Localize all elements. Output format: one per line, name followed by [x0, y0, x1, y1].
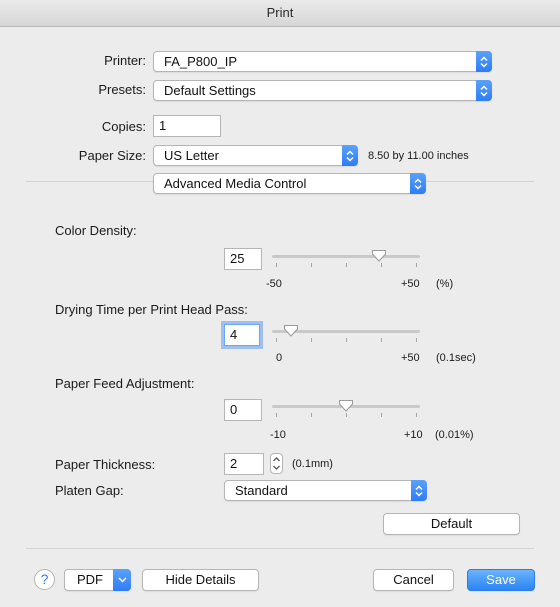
slider-tick — [381, 413, 382, 417]
divider — [26, 548, 534, 549]
color-density-unit: (%) — [436, 278, 454, 290]
paper-feed-label: Paper Feed Adjustment: — [55, 376, 195, 391]
slider-tick — [346, 263, 347, 267]
drying-time-slider[interactable] — [272, 325, 420, 345]
copies-label: Copies: — [101, 119, 146, 134]
paper-size-popup[interactable]: US Letter — [153, 145, 358, 166]
slider-tick — [416, 338, 417, 342]
color-density-slider[interactable] — [272, 250, 420, 270]
updown-chevron-icon — [476, 80, 492, 101]
pdf-label: PDF — [77, 572, 103, 587]
color-density-min: -50 — [266, 278, 282, 290]
slider-tick — [346, 338, 347, 342]
paper-feed-slider[interactable] — [272, 400, 420, 420]
cancel-button[interactable]: Cancel — [373, 569, 454, 591]
updown-chevron-icon — [476, 51, 492, 72]
slider-tick — [276, 413, 277, 417]
slider-tick — [311, 413, 312, 417]
updown-chevron-icon — [342, 145, 358, 166]
drying-time-label: Drying Time per Print Head Pass: — [55, 302, 248, 317]
platen-gap-label: Platen Gap: — [55, 483, 124, 498]
paper-size-value: US Letter — [164, 148, 219, 163]
drying-time-min: 0 — [276, 352, 283, 364]
presets-popup[interactable]: Default Settings — [153, 80, 492, 101]
presets-value: Default Settings — [164, 83, 256, 98]
slider-tick — [416, 413, 417, 417]
slider-tick — [276, 263, 277, 267]
drying-time-max: +50 — [401, 352, 420, 364]
printer-label: Printer: — [104, 53, 146, 68]
save-button[interactable]: Save — [467, 569, 535, 591]
section-value: Advanced Media Control — [164, 176, 307, 191]
color-density-label: Color Density: — [55, 223, 137, 238]
slider-tick — [311, 263, 312, 267]
slider-tick — [311, 338, 312, 342]
paper-feed-field[interactable]: 0 — [224, 399, 262, 421]
help-button[interactable]: ? — [34, 569, 55, 590]
slider-tick — [416, 263, 417, 267]
chevron-down-icon — [113, 569, 131, 591]
slider-track[interactable] — [272, 255, 420, 258]
paper-thickness-field[interactable]: 2 — [224, 453, 264, 475]
slider-knob[interactable] — [371, 249, 387, 266]
stepper-arrows-icon — [273, 457, 280, 470]
updown-chevron-icon — [411, 480, 427, 501]
printer-value: FA_P800_IP — [164, 54, 237, 69]
paper-dimensions: 8.50 by 11.00 inches — [368, 150, 469, 162]
slider-tick — [381, 338, 382, 342]
paper-thickness-unit: (0.1mm) — [292, 458, 333, 470]
slider-knob[interactable] — [283, 324, 299, 341]
hide-details-button[interactable]: Hide Details — [142, 569, 259, 591]
copies-field[interactable]: 1 — [153, 115, 221, 137]
paper-thickness-label: Paper Thickness: — [55, 457, 156, 472]
paper-feed-max: +10 — [404, 429, 423, 441]
presets-label: Presets: — [98, 82, 146, 97]
slider-tick — [276, 338, 277, 342]
paper-feed-unit: (0.01%) — [435, 429, 474, 441]
paper-size-label: Paper Size: — [78, 148, 146, 163]
paper-thickness-stepper[interactable] — [270, 453, 283, 474]
pdf-menu-button[interactable]: PDF — [64, 569, 131, 591]
color-density-max: +50 — [401, 278, 420, 290]
platen-gap-popup[interactable]: Standard — [224, 480, 427, 501]
platen-gap-value: Standard — [235, 483, 288, 498]
color-density-field[interactable]: 25 — [224, 248, 262, 270]
window-title: Print — [0, 0, 560, 27]
drying-time-unit: (0.1sec) — [436, 352, 476, 364]
default-button[interactable]: Default — [383, 513, 520, 535]
drying-time-field[interactable]: 4 — [224, 324, 260, 346]
slider-knob[interactable] — [338, 399, 354, 416]
updown-chevron-icon — [410, 173, 426, 194]
section-popup[interactable]: Advanced Media Control — [153, 173, 426, 194]
printer-popup[interactable]: FA_P800_IP — [153, 51, 492, 72]
paper-feed-min: -10 — [270, 429, 286, 441]
